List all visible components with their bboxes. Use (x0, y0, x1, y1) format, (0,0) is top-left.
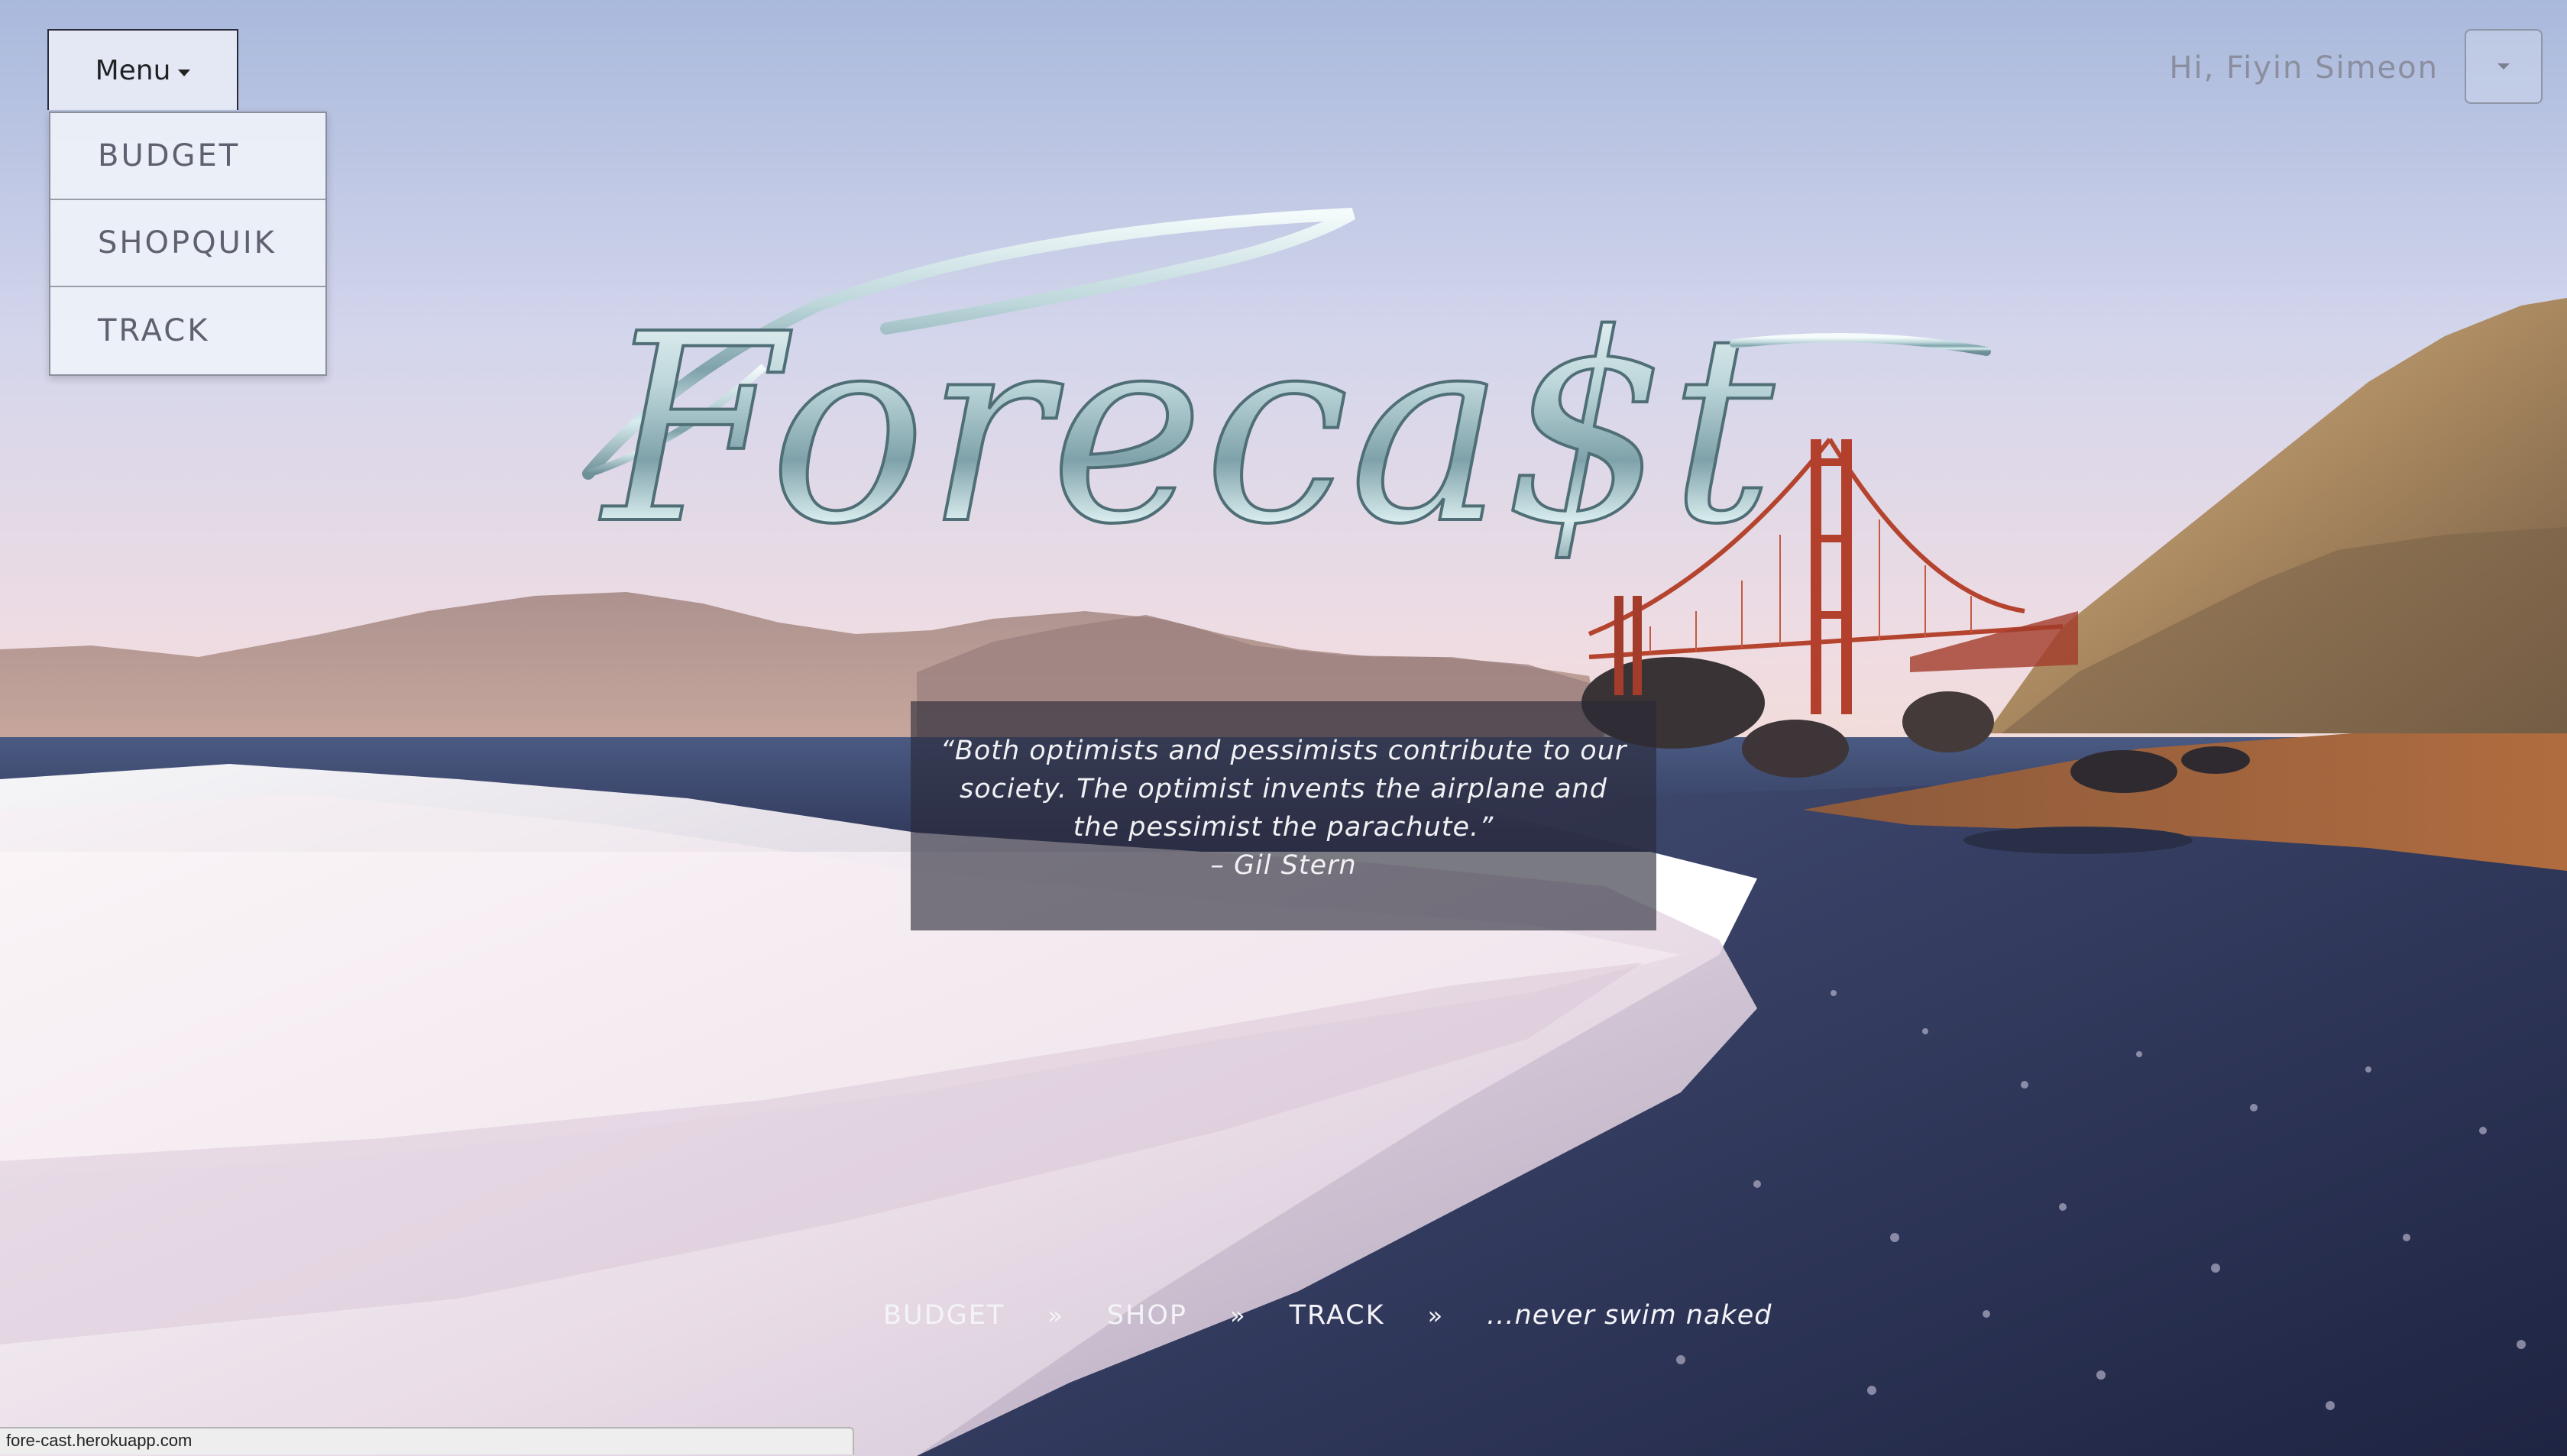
caret-down-icon (178, 69, 191, 76)
footer-link-shop[interactable]: SHOP (1107, 1300, 1187, 1331)
caret-down-icon (2497, 63, 2510, 70)
user-dropdown-button[interactable] (2465, 29, 2543, 104)
chevron-right-icon: » (1427, 1301, 1445, 1330)
forecast-logo: Foreca$t (582, 208, 1991, 583)
menu-item-budget[interactable]: BUDGET (50, 113, 325, 200)
page: Foreca$t Menu BUDGET SHOPQUIK TRACK Hi, … (0, 0, 2567, 1456)
quote-box: “Both optimists and pessimists contribut… (911, 701, 1656, 930)
status-bar-url: fore-cast.herokuapp.com (0, 1427, 854, 1454)
user-greeting: Hi, Fiyin Simeon (2169, 50, 2439, 86)
footer-nav: BUDGET » SHOP » TRACK » ...never swim na… (883, 1294, 1772, 1337)
quote-text: “Both optimists and pessimists contribut… (940, 736, 1627, 843)
logo-text: Foreca$t (600, 279, 1776, 581)
menu-item-shopquik[interactable]: SHOPQUIK (50, 200, 325, 287)
chevron-right-icon: » (1229, 1301, 1247, 1330)
footer-link-budget[interactable]: BUDGET (883, 1300, 1005, 1331)
quote-author: – Gil Stern (1210, 850, 1357, 881)
chevron-right-icon: » (1047, 1301, 1064, 1330)
menu-toggle-button[interactable]: Menu (47, 29, 238, 110)
tagline: ...never swim naked (1487, 1300, 1772, 1331)
menu-dropdown: BUDGET SHOPQUIK TRACK (49, 112, 327, 376)
menu-item-track[interactable]: TRACK (50, 287, 325, 374)
footer-link-track[interactable]: TRACK (1290, 1300, 1385, 1331)
menu-toggle-label: Menu (95, 54, 171, 86)
